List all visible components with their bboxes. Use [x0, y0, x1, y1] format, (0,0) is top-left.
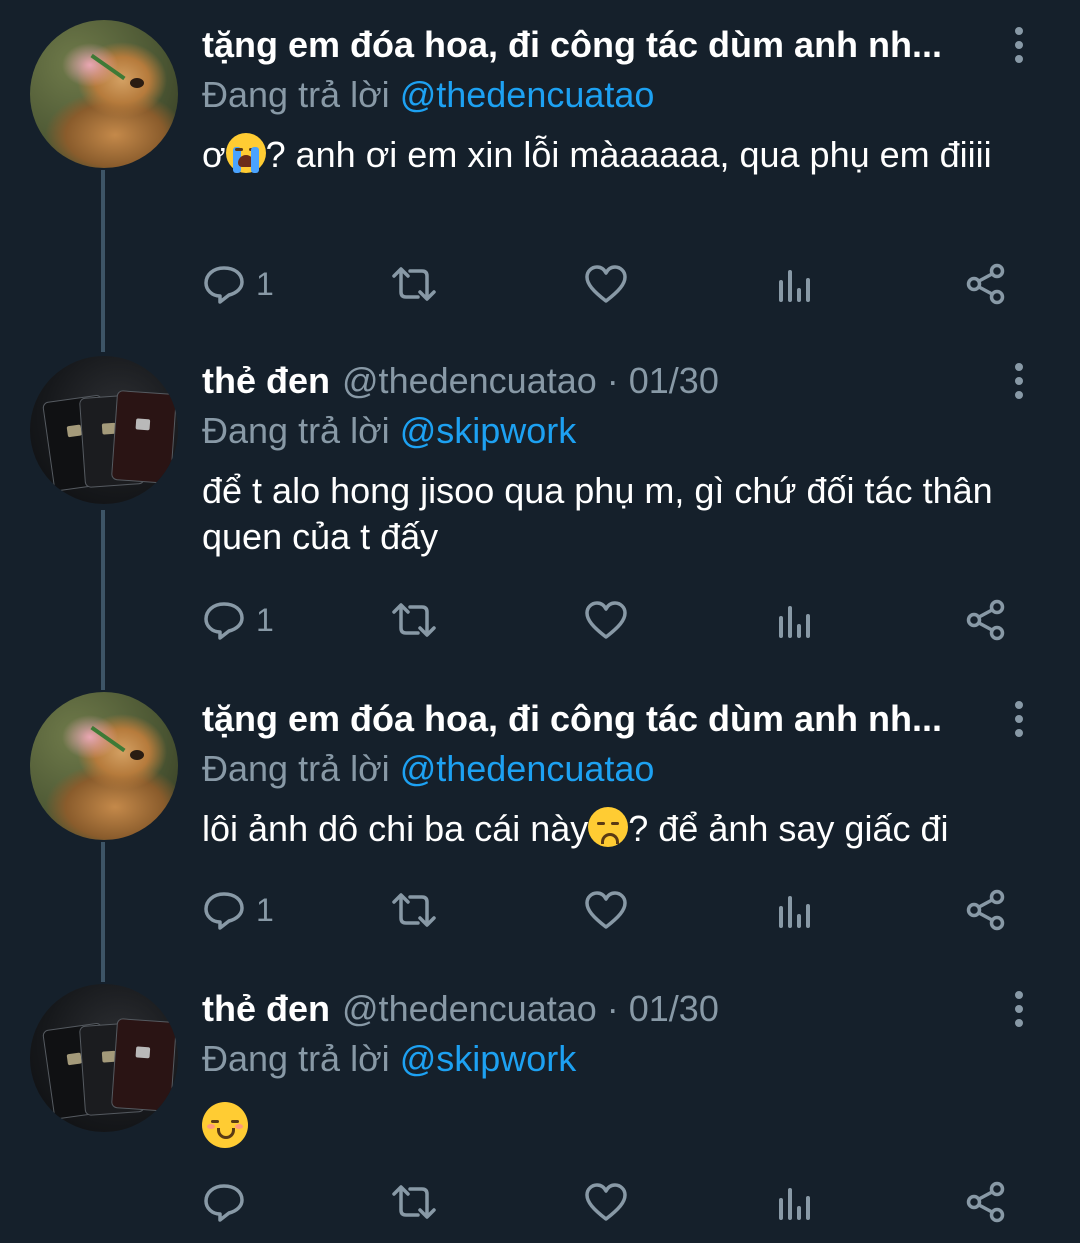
heart-icon	[585, 1183, 627, 1221]
loudly-crying-face-icon	[225, 133, 266, 173]
more-options-icon[interactable]	[1005, 986, 1033, 1032]
reply-icon	[204, 892, 244, 930]
retweet-icon	[392, 1185, 436, 1219]
analytics-button[interactable]	[776, 598, 816, 642]
tweet-actions: 1	[202, 598, 1022, 642]
display-name[interactable]: thẻ đen	[202, 358, 330, 404]
share-icon	[966, 263, 1005, 305]
reply-icon	[204, 602, 244, 640]
retweet-icon	[392, 267, 436, 301]
retweet-button[interactable]	[388, 262, 440, 306]
more-options-icon[interactable]	[1005, 696, 1033, 742]
reply-to-link[interactable]: @skipwork	[400, 410, 577, 451]
reply-button[interactable]: 1	[202, 598, 274, 642]
tweet-text-part: ? để ảnh say giấc đi	[628, 808, 949, 849]
avatar[interactable]	[30, 20, 178, 168]
reply-count: 1	[256, 602, 274, 638]
reply-button[interactable]: 1	[202, 888, 274, 932]
tweet-text: ơ ? anh ơi em xin lỗi màaaaaa, qua phụ em…	[202, 132, 1052, 178]
analytics-button[interactable]	[776, 888, 816, 932]
share-button[interactable]	[964, 262, 1008, 306]
share-icon	[966, 599, 1005, 641]
tweet-header: thẻ đen @thedencuatao · 01/30	[202, 358, 992, 404]
reply-button[interactable]: 1	[202, 262, 274, 306]
avatar[interactable]	[30, 356, 178, 504]
tweet-header: thẻ đen @thedencuatao · 01/30	[202, 986, 992, 1032]
reply-button[interactable]	[202, 1180, 256, 1224]
username[interactable]: @thedencuatao	[342, 358, 597, 404]
tweet-text-part: lôi ảnh dô chi ba cái này	[202, 808, 589, 849]
reply-to-link[interactable]: @thedencuatao	[400, 74, 655, 115]
retweet-icon	[392, 893, 436, 927]
tweet-text-part: để t alo hong jisoo qua phụ m, gì chứ đố…	[202, 470, 993, 557]
display-name[interactable]: tặng em đóa hoa, đi công tác dùm anh nh.…	[202, 22, 942, 68]
tweet-date[interactable]: 01/30	[629, 358, 719, 404]
analytics-button[interactable]	[776, 262, 816, 306]
tweet-text: lôi ảnh dô chi ba cái này ? để ảnh say gi…	[202, 806, 1052, 852]
tweet[interactable]: thẻ đen @thedencuatao · 01/30 Đang trả l…	[0, 964, 1080, 1243]
reply-context: Đang trả lời @skipwork	[202, 1036, 576, 1082]
separator-dot: ·	[606, 988, 619, 1029]
more-options-icon[interactable]	[1005, 22, 1033, 68]
reply-context: Đang trả lời @skipwork	[202, 408, 576, 454]
analytics-icon	[779, 1188, 810, 1220]
tweet[interactable]: thẻ đen @thedencuatao · 01/30 Đang trả l…	[0, 336, 1080, 666]
tweet-text	[202, 1100, 1052, 1149]
tweet-text-part: ? anh ơi em xin lỗi màaaaaa, qua phụ em …	[265, 134, 992, 175]
retweet-button[interactable]	[388, 888, 440, 932]
analytics-icon	[779, 606, 810, 638]
tweet[interactable]: tặng em đóa hoa, đi công tác dùm anh nh.…	[0, 674, 1080, 974]
share-icon	[966, 1181, 1005, 1223]
heart-icon	[585, 891, 627, 929]
reply-count: 1	[256, 892, 274, 928]
tweet-actions: 1	[202, 888, 1022, 932]
tweet[interactable]: tặng em đóa hoa, đi công tác dùm anh nh.…	[0, 0, 1080, 330]
tweet-actions	[202, 1180, 1022, 1224]
reply-icon	[204, 1184, 244, 1222]
username[interactable]: @thedencuatao	[342, 986, 597, 1032]
retweet-button[interactable]	[388, 1180, 440, 1224]
reply-icon	[204, 266, 244, 304]
retweet-button[interactable]	[388, 598, 440, 642]
analytics-button[interactable]	[776, 1180, 816, 1224]
like-button[interactable]	[583, 598, 629, 642]
display-name[interactable]: thẻ đen	[202, 986, 330, 1032]
reply-count: 1	[256, 266, 274, 302]
reply-context: Đang trả lời @thedencuatao	[202, 72, 654, 118]
heart-icon	[585, 601, 627, 639]
like-button[interactable]	[583, 888, 629, 932]
like-button[interactable]	[583, 262, 629, 306]
reply-context: Đang trả lời @thedencuatao	[202, 746, 654, 792]
reply-label: Đang trả lời	[202, 74, 390, 115]
tweet-header: tặng em đóa hoa, đi công tác dùm anh nh.…	[202, 22, 992, 68]
avatar[interactable]	[30, 692, 178, 840]
reply-label: Đang trả lời	[202, 748, 390, 789]
share-button[interactable]	[964, 888, 1008, 932]
tweet-text: để t alo hong jisoo qua phụ m, gì chứ đố…	[202, 468, 1002, 560]
disappointed-face-icon	[588, 807, 629, 847]
share-button[interactable]	[964, 1180, 1008, 1224]
tweet-date[interactable]: 01/30	[629, 986, 719, 1032]
share-icon	[966, 889, 1005, 931]
share-button[interactable]	[964, 598, 1008, 642]
analytics-icon	[779, 270, 810, 302]
more-options-icon[interactable]	[1005, 358, 1033, 404]
reply-to-link[interactable]: @thedencuatao	[400, 748, 655, 789]
separator-dot: ·	[606, 360, 619, 401]
relieved-face-icon	[202, 1102, 248, 1149]
retweet-icon	[392, 603, 436, 637]
reply-to-link[interactable]: @skipwork	[400, 1038, 577, 1079]
analytics-icon	[779, 896, 810, 928]
reply-label: Đang trả lời	[202, 1038, 390, 1079]
avatar[interactable]	[30, 984, 178, 1132]
like-button[interactable]	[583, 1180, 629, 1224]
tweet-text-part: ơ	[202, 134, 226, 175]
tweet-header: tặng em đóa hoa, đi công tác dùm anh nh.…	[202, 696, 992, 742]
heart-icon	[585, 265, 627, 303]
reply-label: Đang trả lời	[202, 410, 390, 451]
display-name[interactable]: tặng em đóa hoa, đi công tác dùm anh nh.…	[202, 696, 942, 742]
tweet-actions: 1	[202, 262, 1022, 306]
